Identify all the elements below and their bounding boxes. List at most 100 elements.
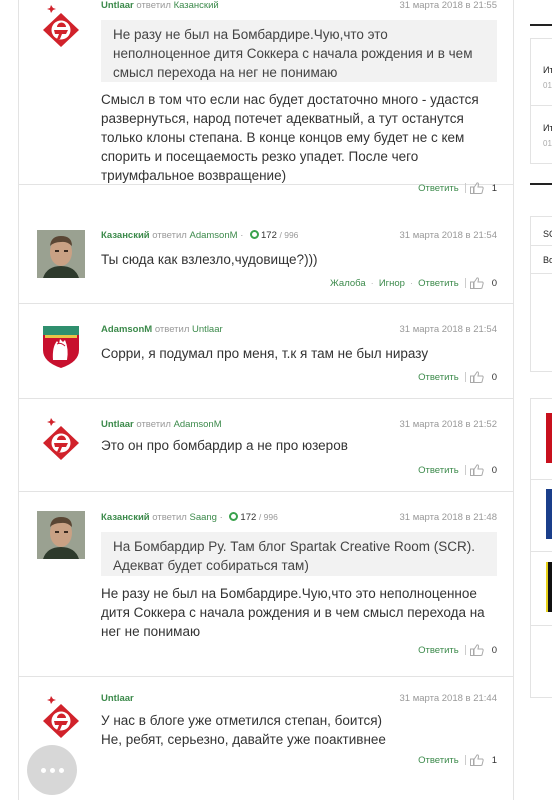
sidebar-item-sub: 01 [543, 81, 552, 90]
section-divider [530, 183, 552, 185]
comment-date: 31 марта 2018 в 21:44 [399, 693, 498, 704]
news-thumbnail[interactable] [546, 489, 552, 539]
quoted-text: Не разу не был на Бомбардире.Чую,что это… [101, 20, 497, 82]
reply-button[interactable]: Ответить [418, 278, 459, 289]
sidebar-list: Ит 01 Ит 01 [530, 38, 552, 164]
like-count: 0 [491, 644, 497, 656]
reply-button[interactable]: Ответить [418, 372, 459, 383]
liverpool-avatar[interactable] [37, 322, 85, 370]
ignore-button[interactable]: Игнор [379, 278, 405, 289]
thumbs-up-icon[interactable] [469, 182, 484, 194]
comment-item: Untlaar ответил AdamsonM 31 марта 2018 в… [19, 399, 513, 492]
comment-meta: Untlaar ответил AdamsonM 31 марта 2018 в… [101, 419, 497, 433]
comment-text: Это он про бомбардир а не про юзеров [101, 438, 348, 453]
user-avatar[interactable] [37, 511, 85, 559]
thumbs-up-icon[interactable] [469, 644, 484, 656]
author-link[interactable]: Казанский [101, 512, 150, 523]
comment-meta: AdamsonM ответил Untlaar 31 марта 2018 в… [101, 324, 497, 338]
comment-actions: Ответить 1 [418, 753, 497, 767]
comment-item: Казанский ответил AdamsonM · 172 / 996 3… [19, 210, 513, 304]
news-thumbnail[interactable] [546, 562, 552, 612]
like-count: 1 [491, 754, 497, 766]
comment-item: AdamsonM ответил Untlaar 31 марта 2018 в… [19, 304, 513, 399]
comment-actions: Жалоба · Игнор · Ответить 0 [330, 277, 497, 289]
right-sidebar: Ит 01 Ит 01 SC Во [530, 0, 552, 800]
divider [531, 245, 552, 246]
comment-date: 31 марта 2018 в 21:55 [399, 0, 498, 11]
reply-target-link[interactable]: Untlaar [192, 324, 223, 335]
thumbs-up-icon[interactable] [469, 371, 484, 383]
divider [531, 273, 552, 274]
comment-text: Сорри, я подумал про меня, т.к я там не … [101, 346, 429, 361]
like-count: 0 [491, 277, 497, 289]
sidebar-item-title[interactable]: Ит [543, 123, 552, 133]
comment-actions: Ответить 0 [418, 370, 497, 384]
spartak-avatar[interactable] [37, 417, 85, 465]
user-rating: 172 / 996 [240, 512, 278, 523]
thumbs-up-icon[interactable] [469, 754, 484, 766]
divider [464, 183, 466, 193]
like-count: 0 [491, 371, 497, 383]
news-thumbnail[interactable] [546, 413, 552, 463]
spartak-avatar[interactable] [37, 695, 85, 743]
comment-text: Не разу не был на Бомбардире.Чую,что это… [101, 586, 485, 639]
comment-date: 31 марта 2018 в 21:52 [399, 419, 498, 430]
comment-text: Смысл в том что если нас будет достаточн… [101, 92, 479, 183]
comment-item: Казанский ответил Saang · 172 / 996 31 м… [19, 492, 513, 677]
comment-text: Ты сюда как взлезло,чудовище?))) [101, 252, 318, 267]
reply-target-link[interactable]: AdamsonM [189, 230, 237, 241]
divider [464, 465, 466, 475]
complain-button[interactable]: Жалоба [330, 278, 366, 289]
comment-actions: Ответить 1 [418, 181, 497, 195]
thumbs-up-icon[interactable] [469, 277, 484, 289]
like-count: 1 [491, 182, 497, 194]
author-link[interactable]: Казанский [101, 230, 150, 241]
comment-meta: Казанский ответил AdamsonM · 172 / 996 3… [101, 230, 498, 241]
reply-target-link[interactable]: Казанский [174, 0, 219, 11]
divider [531, 551, 552, 552]
reply-button[interactable]: Ответить [418, 645, 459, 656]
reply-button[interactable]: Ответить [418, 755, 459, 766]
comment-meta: Казанский ответил Saang · 172 / 996 31 м… [101, 512, 498, 523]
spartak-avatar[interactable] [37, 4, 85, 52]
divider [531, 479, 552, 480]
like-count: 0 [491, 464, 497, 476]
divider [531, 105, 552, 106]
divider [464, 755, 466, 765]
author-link[interactable]: Untlaar [101, 693, 134, 704]
comment-date: 31 марта 2018 в 21:54 [399, 230, 498, 241]
reply-button[interactable]: Ответить [418, 183, 459, 194]
divider [464, 645, 466, 655]
user-avatar[interactable] [37, 230, 85, 278]
comment-text: У нас в блоге уже отметился степан, боит… [101, 713, 386, 747]
reply-target-link[interactable]: Saang [189, 512, 216, 523]
sidebar-tab[interactable]: SC [543, 229, 552, 239]
comment-item: Untlaar ответил Казанский 31 марта 2018 … [19, 0, 513, 194]
sidebar-item-title[interactable]: Ит [543, 65, 552, 75]
author-link[interactable]: Untlaar [101, 419, 134, 430]
reply-button[interactable]: Ответить [418, 465, 459, 476]
sidebar-news [530, 398, 552, 698]
sidebar-tab[interactable]: Во [543, 255, 552, 265]
comment-item: Untlaar 31 марта 2018 в 21:44 У нас в бл… [19, 677, 513, 800]
user-rating: 172 / 996 [261, 230, 299, 241]
comments-feed: Untlaar ответил Казанский 31 марта 2018 … [18, 0, 514, 800]
sidebar-tabs: SC Во [530, 216, 552, 372]
comment-actions: Ответить 0 [418, 463, 497, 477]
reply-verb: ответил [154, 324, 190, 335]
comment-date: 31 марта 2018 в 21:48 [399, 512, 498, 523]
reply-verb: ответил [136, 0, 171, 11]
reply-verb: ответил [152, 512, 187, 523]
divider [464, 278, 466, 288]
quoted-text: На Бомбардир Ру. Там блог Spartak Creati… [101, 532, 497, 576]
author-link[interactable]: AdamsonM [101, 324, 152, 335]
divider [531, 625, 552, 626]
reply-target-link[interactable]: AdamsonM [174, 419, 222, 430]
comment-meta: Untlaar ответил Казанский 31 марта 2018 … [101, 0, 497, 14]
author-link[interactable]: Untlaar [101, 0, 134, 11]
more-dots-icon[interactable] [27, 745, 77, 795]
thumbs-up-icon[interactable] [469, 464, 484, 476]
comment-meta: Untlaar 31 марта 2018 в 21:44 [101, 693, 497, 707]
rating-circle-icon [250, 230, 259, 239]
reply-verb: ответил [136, 419, 171, 430]
